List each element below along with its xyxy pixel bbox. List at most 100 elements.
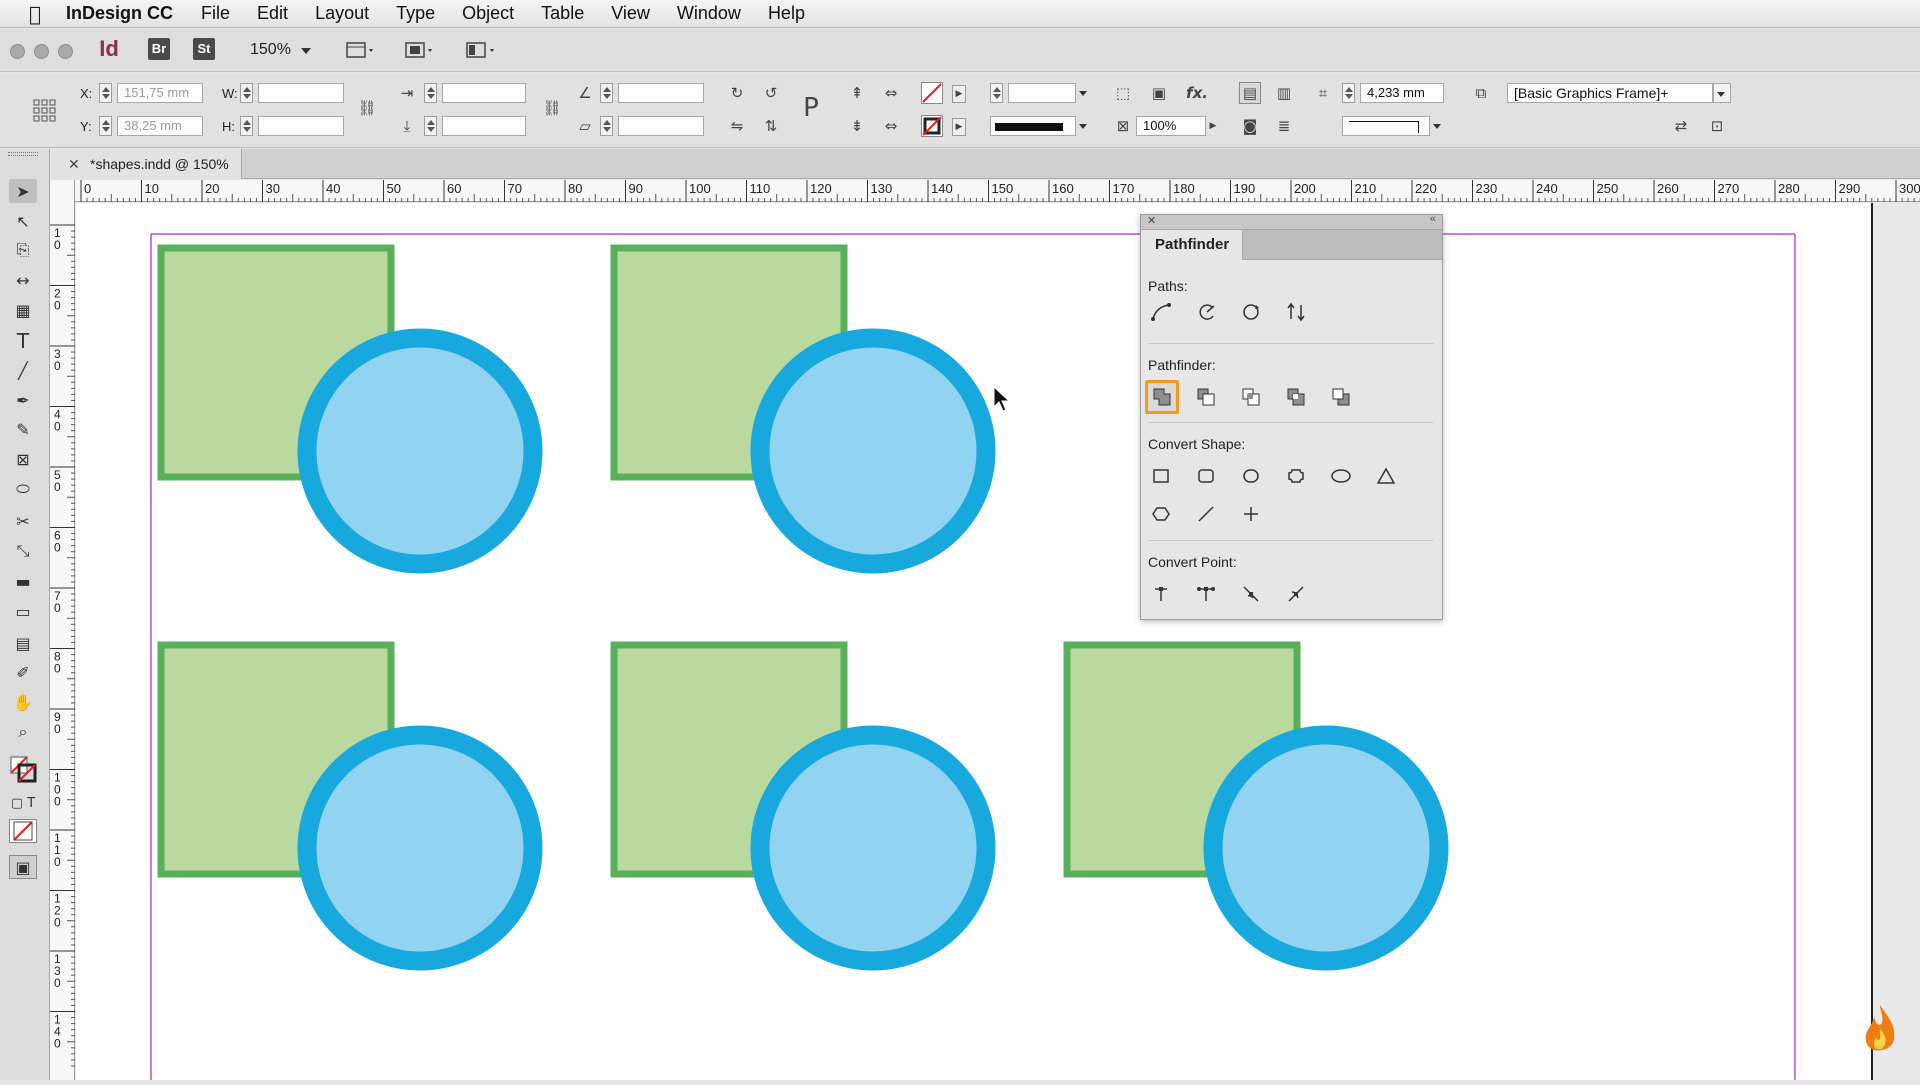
fill-swatch[interactable] xyxy=(921,82,943,104)
shear-field[interactable] xyxy=(618,116,704,136)
text-wrap-none-icon[interactable]: ▤ xyxy=(1239,82,1261,104)
h-stepper[interactable] xyxy=(240,116,253,136)
reference-point-icon[interactable] xyxy=(32,98,56,122)
w-stepper[interactable] xyxy=(240,83,253,103)
rotate-cw-icon[interactable]: ↻ xyxy=(726,82,748,104)
reverse-path-button[interactable] xyxy=(1281,297,1311,327)
stroke-menu-button[interactable]: ▶ xyxy=(952,118,966,136)
opacity-menu-button[interactable]: ▶ xyxy=(1206,116,1220,136)
rotate-stepper[interactable] xyxy=(600,83,613,103)
shear-stepper[interactable] xyxy=(600,116,613,136)
minus-back-button[interactable] xyxy=(1326,382,1356,412)
gradient-swatch-tool-icon[interactable]: ▬ xyxy=(9,569,37,593)
collapse-panel-icon[interactable]: « xyxy=(1430,213,1436,225)
constrain-scale-icon[interactable]: ⛓ xyxy=(541,97,563,119)
y-stepper[interactable] xyxy=(99,116,112,136)
blue-circle[interactable] xyxy=(297,725,543,971)
type-tool-icon[interactable]: T xyxy=(9,329,37,353)
select-previous-icon[interactable]: ⇔ xyxy=(880,82,902,104)
apply-none-icon[interactable] xyxy=(9,819,37,843)
screen-mode-tool-icon[interactable]: ▣ xyxy=(9,855,37,879)
wrap-object-icon[interactable]: ◙ xyxy=(1239,115,1261,137)
add-button[interactable] xyxy=(1145,380,1179,414)
corner-size-stepper[interactable] xyxy=(1342,83,1355,103)
stroke-corner-field[interactable]: 4,233 mm xyxy=(1360,83,1444,103)
content-collector-icon[interactable]: ▦ xyxy=(9,298,37,322)
wrap-jump-icon[interactable]: ≣ xyxy=(1273,115,1295,137)
screen-mode-button[interactable] xyxy=(403,39,437,61)
h-field[interactable] xyxy=(258,116,344,136)
scale-x-stepper[interactable] xyxy=(424,83,437,103)
zoom-window-button[interactable] xyxy=(58,44,73,59)
blue-circle[interactable] xyxy=(1203,725,1449,971)
scissors-tool-icon[interactable]: ✂ xyxy=(9,509,37,533)
text-wrap-box-icon[interactable]: ▥ xyxy=(1273,82,1295,104)
convert-orthogonal-line-button[interactable] xyxy=(1236,499,1266,529)
stroke-weight-dropdown[interactable] xyxy=(1076,83,1090,103)
pen-tool-icon[interactable]: ✒ xyxy=(9,388,37,412)
menu-file[interactable]: File xyxy=(201,3,230,24)
symmetrical-point-button[interactable] xyxy=(1281,579,1311,609)
zoom-tool-icon[interactable]: ⌕ xyxy=(9,720,37,744)
menu-help[interactable]: Help xyxy=(768,3,805,24)
document-tab[interactable]: ✕ *shapes.indd @ 150% xyxy=(52,149,242,179)
convert-beveled-rectangle-button[interactable] xyxy=(1236,461,1266,491)
fit-content-icon[interactable]: ▣ xyxy=(1148,82,1170,104)
menu-layout[interactable]: Layout xyxy=(315,3,369,24)
blue-circle[interactable] xyxy=(297,328,543,574)
eyedropper-tool-icon[interactable]: ✐ xyxy=(9,660,37,684)
open-path-button[interactable] xyxy=(1191,297,1221,327)
scale-y-field[interactable] xyxy=(442,116,526,136)
rectangle-frame-tool-icon[interactable]: ⊠ xyxy=(9,447,37,471)
document-canvas[interactable] xyxy=(76,203,1920,1080)
corner-shape-dropdown[interactable] xyxy=(1430,116,1444,136)
formatting-affects-container-icon[interactable]: ▢ T xyxy=(9,791,37,815)
plain-point-button[interactable] xyxy=(1146,579,1176,609)
tab-pathfinder[interactable]: Pathfinder xyxy=(1141,230,1243,260)
constrain-proportions-icon[interactable]: ⛓ xyxy=(356,97,378,119)
line-tool-icon[interactable]: ╱ xyxy=(9,358,37,382)
scale-x-field[interactable] xyxy=(442,83,526,103)
close-window-button[interactable] xyxy=(10,44,25,59)
menu-view[interactable]: View xyxy=(611,3,650,24)
object-style-select[interactable]: [Basic Graphics Frame]+ xyxy=(1507,83,1713,103)
apple-icon[interactable]:  xyxy=(24,3,46,25)
convert-polygon-button[interactable] xyxy=(1146,499,1176,529)
opacity-field[interactable]: 100% xyxy=(1136,116,1206,136)
minimize-window-button[interactable] xyxy=(34,44,49,59)
ellipse-tool-icon[interactable]: ⬭ xyxy=(9,477,37,501)
select-container-icon[interactable]: ⇞ xyxy=(846,82,868,104)
selection-tool-icon[interactable]: ➤ xyxy=(9,179,37,203)
stroke-weight-field[interactable] xyxy=(1008,83,1076,103)
direct-selection-tool-icon[interactable]: ↖ xyxy=(9,209,37,233)
corner-options-icon[interactable]: ⌗ xyxy=(1312,82,1334,104)
blue-circle[interactable] xyxy=(750,725,996,971)
gradient-feather-tool-icon[interactable]: ▭ xyxy=(9,599,37,623)
stroke-swatch[interactable] xyxy=(921,115,943,137)
select-next-icon[interactable]: ⇔ xyxy=(880,115,902,137)
free-transform-tool-icon[interactable]: ⤡ xyxy=(9,539,37,563)
y-field[interactable]: 38,25 mm xyxy=(117,116,203,136)
flip-horizontal-icon[interactable]: ⇋ xyxy=(726,115,748,137)
zoom-level-select[interactable]: 150% xyxy=(250,41,312,59)
horizontal-ruler[interactable]: 0 10 20 30 40 50 60 70 80 90 100 110 120 130 140 150 160… xyxy=(75,180,1920,202)
fx-button[interactable]: fx. xyxy=(1186,82,1208,104)
fill-stroke-swatch-icon[interactable] xyxy=(9,754,37,784)
tools-grip[interactable] xyxy=(8,152,38,156)
convert-inverse-rounded-button[interactable] xyxy=(1281,461,1311,491)
panel-title-bar[interactable]: ✕ « xyxy=(1141,213,1442,230)
join-path-button[interactable] xyxy=(1146,297,1176,327)
convert-rectangle-button[interactable] xyxy=(1146,461,1176,491)
vertical-ruler[interactable]: 102030405060708090100110120130140 xyxy=(50,180,75,1080)
fill-menu-button[interactable]: ▶ xyxy=(952,85,966,103)
convert-triangle-button[interactable] xyxy=(1371,461,1401,491)
object-style-dropdown[interactable] xyxy=(1713,83,1731,103)
view-options-button[interactable] xyxy=(344,39,378,61)
corner-point-button[interactable] xyxy=(1191,579,1221,609)
exclude-overlap-button[interactable] xyxy=(1281,382,1311,412)
pencil-tool-icon[interactable]: ✎ xyxy=(9,417,37,441)
close-tab-icon[interactable]: ✕ xyxy=(68,149,80,179)
stroke-type-field[interactable] xyxy=(990,116,1076,136)
rotate-field[interactable] xyxy=(618,83,704,103)
note-tool-icon[interactable]: ▤ xyxy=(9,631,37,655)
